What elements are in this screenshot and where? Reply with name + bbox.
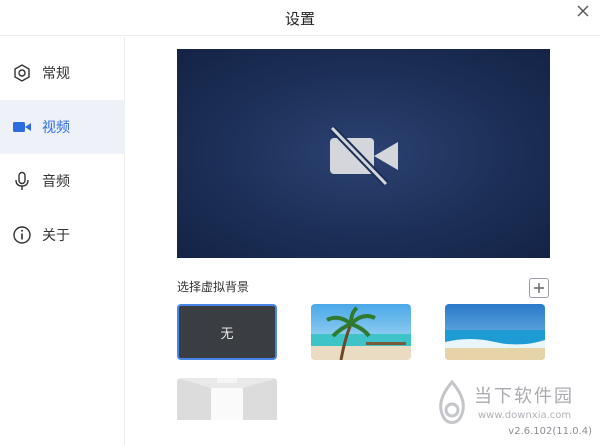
sidebar-item-about[interactable]: 关于 [0,208,125,262]
watermark-url: www.downxia.com [478,410,572,421]
beach-waves-image [445,304,545,360]
background-none[interactable]: 无 [177,304,277,360]
sidebar-item-label: 关于 [42,228,70,244]
add-background-button[interactable] [529,278,549,298]
window-title: 设置 [284,10,315,28]
sidebar-item-audio[interactable]: 音频 [0,154,125,208]
close-icon [577,5,589,17]
downxia-logo-icon [439,380,465,424]
sidebar-item-general[interactable]: 常规 [0,46,125,100]
camera-off-icon [329,125,398,187]
video-camera-icon [12,117,32,137]
title-bar: 设置 [0,0,600,36]
sidebar-item-label: 音频 [42,174,70,190]
virtual-background-label: 选择虚拟背景 [177,280,250,294]
background-white-room[interactable] [177,378,277,420]
background-none-label: 无 [220,326,234,342]
sidebar-item-label: 视频 [42,120,70,136]
sidebar-item-label: 常规 [42,66,70,82]
close-button[interactable] [574,2,592,20]
version-label: v2.6.102(11.0.4) [508,426,592,437]
microphone-icon [12,171,32,191]
sidebar: 常规 视频 音频 关于 [0,37,125,445]
background-beach-waves[interactable] [445,304,545,360]
plus-icon [534,283,544,293]
info-icon [12,225,32,245]
beach-palm-image [311,304,411,360]
background-beach-palm[interactable] [311,304,411,360]
white-room-image [177,378,277,420]
sidebar-item-video[interactable]: 视频 [0,100,125,154]
hexagon-gear-icon [12,63,32,83]
watermark-brand: 当下软件园 [474,386,574,407]
